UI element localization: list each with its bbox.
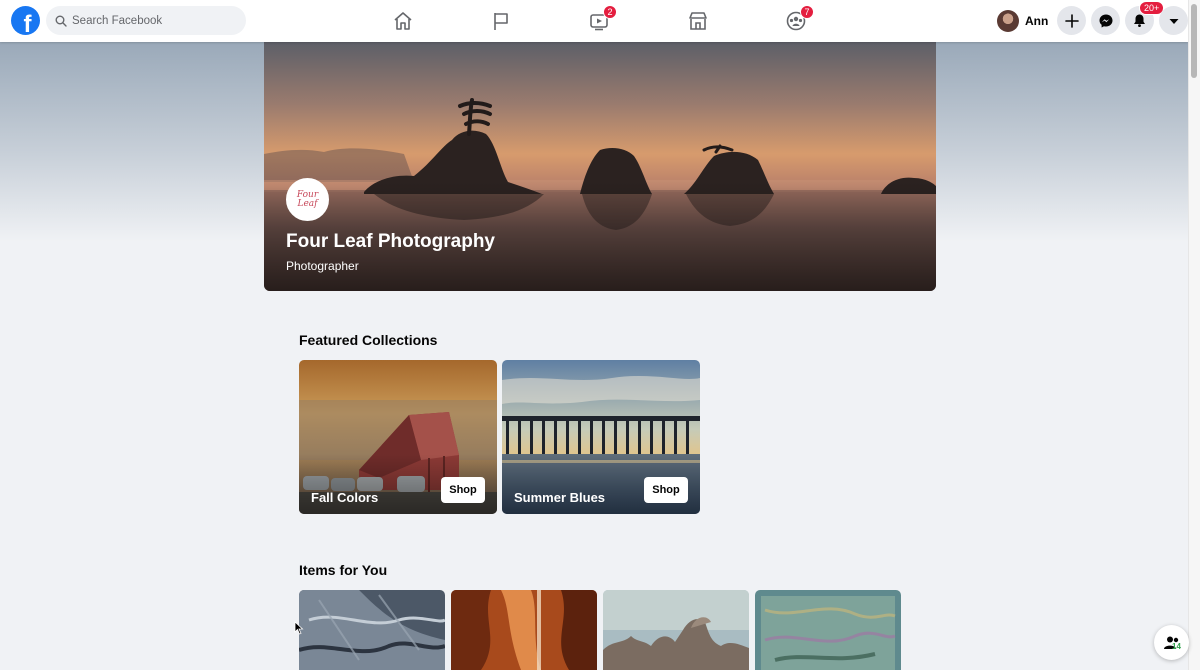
page-logo-text: Four Leaf — [296, 189, 319, 209]
page-profile-picture[interactable]: Four Leaf — [286, 178, 329, 221]
notifications-button[interactable]: 20+ — [1125, 1, 1165, 35]
mouse-cursor-icon — [294, 621, 304, 635]
watch-badge: 2 — [603, 5, 617, 19]
page-title[interactable]: Four Leaf Photography — [286, 231, 495, 253]
page-scrollbar[interactable] — [1188, 0, 1200, 670]
item-image — [299, 590, 445, 670]
nav-marketplace[interactable] — [668, 0, 728, 42]
account-menu-button[interactable] — [1159, 6, 1188, 35]
profile-chip[interactable]: Ann — [994, 6, 1054, 35]
scrollbar-thumb[interactable] — [1191, 4, 1197, 78]
nav-home[interactable] — [373, 0, 433, 42]
flag-icon — [494, 13, 508, 30]
item-card[interactable] — [451, 590, 597, 670]
nav-pages[interactable] — [471, 0, 531, 42]
search-input[interactable] — [72, 14, 232, 27]
collection-label: Summer Blues — [514, 490, 606, 505]
marketplace-icon — [689, 12, 707, 30]
search-box[interactable] — [46, 6, 246, 35]
top-navigation-bar: f 2 — [0, 0, 1188, 42]
caret-down-icon — [1169, 18, 1178, 24]
messenger-icon — [1099, 14, 1112, 27]
nav-watch[interactable]: 2 — [569, 0, 629, 42]
plus-icon — [1064, 13, 1079, 28]
item-card[interactable] — [299, 590, 445, 670]
item-card[interactable] — [603, 590, 749, 670]
facebook-logo-icon[interactable]: f — [11, 6, 40, 35]
search-icon — [55, 15, 67, 27]
collection-label: Fall Colors — [311, 490, 379, 505]
user-name: Ann — [1025, 13, 1049, 28]
items-for-you-heading: Items for You — [299, 562, 388, 578]
groups-badge: 7 — [800, 5, 814, 19]
contacts-button[interactable]: 14 — [1154, 625, 1189, 660]
featured-collections-heading: Featured Collections — [299, 332, 438, 348]
item-image — [603, 590, 749, 670]
page-category: Photographer — [286, 259, 359, 273]
item-card[interactable] — [755, 590, 901, 670]
shop-button[interactable]: Shop — [441, 477, 485, 503]
collection-card-fall-colors[interactable]: Fall Colors Shop — [299, 360, 497, 514]
bell-icon — [1134, 14, 1145, 27]
messenger-button[interactable] — [1091, 6, 1120, 35]
cover-photo[interactable]: Four Leaf Four Leaf Photography Photogra… — [264, 42, 936, 291]
nav-groups[interactable]: 7 — [766, 0, 826, 42]
contacts-count: 14 — [1172, 642, 1181, 651]
shop-button[interactable]: Shop — [644, 477, 688, 503]
create-button[interactable] — [1057, 6, 1086, 35]
avatar — [997, 9, 1019, 32]
item-image — [755, 590, 901, 670]
home-icon — [394, 12, 412, 30]
collection-card-summer-blues[interactable]: Summer Blues Shop — [502, 360, 700, 514]
item-image — [451, 590, 597, 670]
